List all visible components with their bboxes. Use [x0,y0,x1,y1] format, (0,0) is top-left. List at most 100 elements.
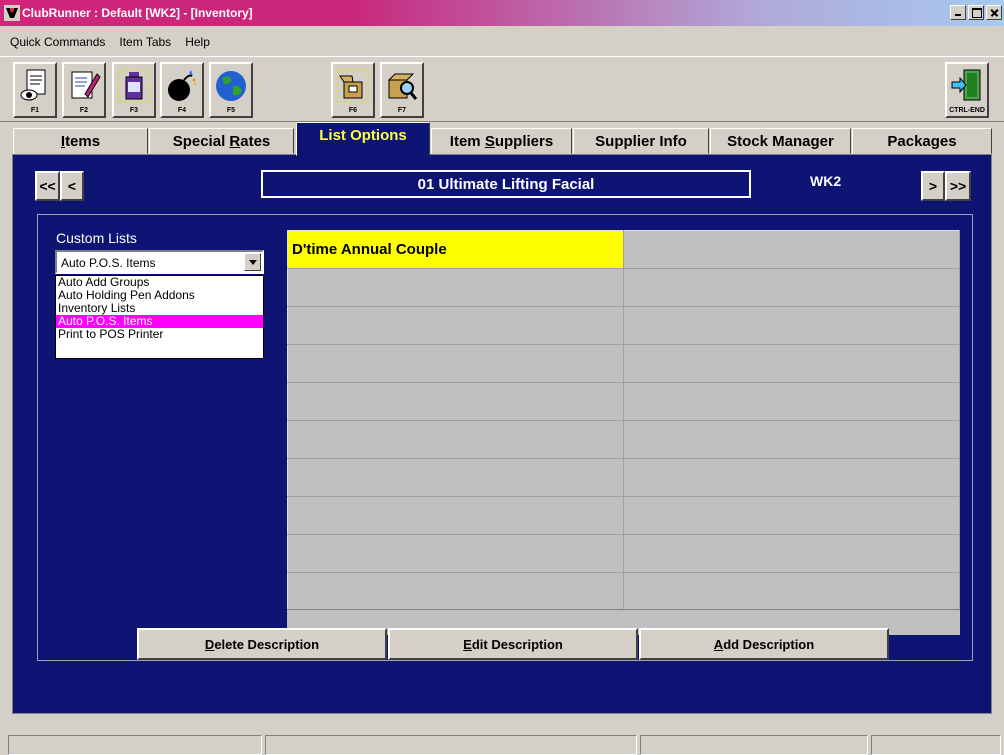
workstation-label: WK2 [810,173,842,189]
delete-description-button[interactable]: Delete Description [137,628,387,660]
minimize-button[interactable] [950,5,966,20]
grid-cell[interactable] [623,230,960,269]
toolbar-key-label: CTRL-END [949,107,985,114]
search-box-icon [387,73,418,100]
tab-supplier-info-label: Supplier Info [595,132,687,150]
grid-cell[interactable] [287,420,624,459]
toolbar-button-f6[interactable]: F6 [331,62,375,118]
toolbar-button-f1[interactable]: F1 [13,62,57,118]
tab-items[interactable]: Items [13,128,148,154]
bomb-icon [168,70,196,101]
add-description-button[interactable]: Add Description [639,628,889,660]
chevron-down-icon[interactable] [244,253,261,271]
status-cell [871,735,1001,755]
toolbar-button-f4[interactable]: F4 [160,62,204,118]
open-box-icon [337,69,369,103]
grid-cell[interactable] [623,458,960,497]
toolbar-button-f5[interactable]: F5 [209,62,253,118]
toolbar: F1 F2 F3 F4 F5 F6 F7 CTRL-END [0,56,1004,122]
status-bar [0,733,1004,755]
custom-list-option[interactable]: Print to POS Printer [56,328,263,341]
grid-cell[interactable]: D'time Annual Couple [287,230,624,269]
grid-cell[interactable] [623,572,960,611]
grid-cell[interactable] [623,420,960,459]
next-record-button[interactable]: > [921,171,945,201]
table-row[interactable]: D'time Annual Couple [287,230,960,269]
grid-cell[interactable] [623,534,960,573]
menu-quick-commands[interactable]: Quick Commands [0,33,112,51]
title-bar[interactable]: ClubRunner : Default [WK2] - [Inventory] [0,0,1004,26]
table-row[interactable] [287,382,960,421]
toolbar-button-f7[interactable]: F7 [380,62,424,118]
grid-cell[interactable] [287,496,624,535]
status-cell [265,735,637,755]
tab-list-options-label: List Options [319,127,407,144]
list-options-group: Custom Lists Auto P.O.S. Items Auto Add … [37,214,973,661]
toolbar-button-f2[interactable]: F2 [62,62,106,118]
tab-stock-manager[interactable]: Stock Manager [710,128,851,154]
edit-document-icon [71,71,101,99]
menu-bar: Quick Commands Item Tabs Help [0,33,217,51]
grid-cell[interactable] [623,344,960,383]
menu-help[interactable]: Help [178,33,217,51]
delete-description-label: Delete Description [204,636,320,652]
custom-lists-dropdown[interactable]: Auto P.O.S. Items [55,250,264,274]
first-record-button[interactable]: << [35,171,60,201]
grid-cell[interactable] [287,268,624,307]
toolbar-key-label: F7 [397,107,407,114]
edit-description-label: Edit Description [463,636,563,652]
status-cell [8,735,262,755]
tab-items-label: Items [60,132,101,150]
table-row[interactable] [287,268,960,307]
item-title: 01 Ultimate Lifting Facial [261,170,751,198]
table-row[interactable] [287,306,960,345]
grid-cell[interactable] [287,306,624,345]
table-row[interactable] [287,420,960,459]
toolbar-key-label: F2 [79,107,89,114]
exit-button[interactable]: CTRL-END [945,62,989,118]
table-row[interactable] [287,496,960,535]
table-row[interactable] [287,458,960,497]
tab-list-options[interactable]: List Options [296,122,430,156]
grid-cell[interactable] [287,344,624,383]
app-logo-icon [4,5,20,21]
status-cell [640,735,868,755]
grid-cell[interactable] [287,572,624,611]
table-row[interactable] [287,572,960,611]
grid-cell[interactable] [623,306,960,345]
list-options-panel: << < 01 Ultimate Lifting Facial WK2 > >>… [12,154,992,714]
table-row[interactable] [287,534,960,573]
description-grid: D'time Annual Couple [287,230,960,635]
tab-packages-label: Packages [887,132,957,150]
toolbar-key-label: F5 [226,107,236,114]
last-record-button[interactable]: >> [945,171,971,201]
close-button[interactable] [986,5,1002,20]
tab-supplier-info[interactable]: Supplier Info [573,128,709,154]
tab-special-rates-label: Special Rates [172,132,271,150]
edit-description-button[interactable]: Edit Description [388,628,638,660]
tab-stock-manager-label: Stock Manager [727,132,834,150]
grid-cell[interactable] [287,458,624,497]
toolbar-key-label: F4 [177,107,187,114]
grid-cell[interactable] [287,534,624,573]
tab-packages[interactable]: Packages [852,128,992,154]
previous-record-button[interactable]: < [60,171,84,201]
custom-lists-label: Custom Lists [56,230,137,246]
toolbar-key-label: F6 [348,107,358,114]
tab-item-suppliers[interactable]: Item Suppliers [431,128,572,154]
menu-item-tabs[interactable]: Item Tabs [112,33,178,51]
grid-cell[interactable] [623,268,960,307]
toolbar-button-f3[interactable]: F3 [112,62,156,118]
maximize-button[interactable] [968,5,984,20]
view-document-icon [20,69,46,101]
toolbar-key-label: F3 [129,107,139,114]
grid-cell[interactable] [287,382,624,421]
table-row[interactable] [287,344,960,383]
window-title: ClubRunner : Default [WK2] - [Inventory] [22,6,253,20]
globe-icon [216,71,246,101]
grid-cell[interactable] [623,382,960,421]
toolbar-key-label: F1 [30,107,40,114]
grid-cell[interactable] [623,496,960,535]
inventory-bottle-icon [118,69,150,103]
tab-special-rates[interactable]: Special Rates [149,128,294,154]
